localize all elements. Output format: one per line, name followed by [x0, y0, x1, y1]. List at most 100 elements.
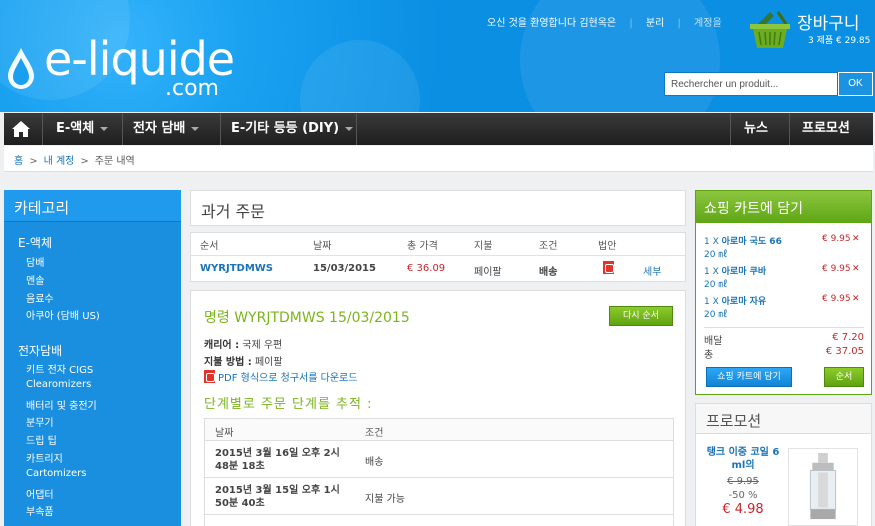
separator: | [629, 18, 633, 29]
carrier-line: 캐리어 : 국제 우편 [204, 336, 282, 351]
breadcrumb-current: 주문 내역 [94, 156, 135, 167]
cart-item-volume: 20 ㎖ [704, 280, 728, 290]
reorder-button[interactable]: 다시 순서 [609, 306, 673, 326]
cart-widget: 쇼핑 카트에 담기 1 X 아로마 국도 66 € 9.95 ✕ 20 ㎖ 1 … [695, 190, 872, 395]
nav-label: E-기타 등등 (DIY) [231, 121, 340, 136]
nav-divider [789, 113, 790, 145]
nav-divider [122, 113, 123, 145]
remove-icon[interactable]: ✕ [852, 264, 860, 274]
sidebar-item[interactable]: Cartomizers [26, 468, 203, 479]
pdf-icon [204, 370, 215, 383]
cart-item-qty: 1 X [704, 297, 719, 307]
sidebar-item[interactable]: 카트리지 [26, 450, 203, 465]
cart-item-qty: 1 X [704, 237, 719, 247]
remove-icon[interactable]: ✕ [852, 294, 860, 304]
pdf-icon[interactable] [603, 261, 614, 274]
logo-suffix: .com [165, 76, 219, 101]
nav-item-ecig[interactable]: 전자 담배 [133, 113, 200, 145]
view-cart-button[interactable]: 쇼핑 카트에 담기 [706, 367, 792, 387]
nav-label: E-액체 [56, 121, 95, 136]
sidebar-category-ecig[interactable]: 전자담배 [18, 342, 195, 359]
column-header: 날짜 [313, 241, 332, 252]
shipping-row: 배달 € 7.20 [704, 332, 864, 347]
nav-item-news[interactable]: 뉴스 [744, 113, 768, 145]
table-row: 2015년 3월 15일 오후 1시 50분 40초 지불 가능 [205, 478, 673, 515]
nav-item-promo[interactable]: 프로모션 [802, 113, 850, 145]
sidebar-item[interactable]: 멘솔 [26, 272, 203, 287]
promo-product-name[interactable]: 탱크 이중 코일 6 ml의 [702, 446, 784, 472]
remove-icon[interactable]: ✕ [852, 234, 860, 244]
breadcrumb-separator: > [80, 156, 89, 167]
sidebar-item[interactable]: 배터리 및 충전기 [26, 397, 203, 412]
sidebar-item[interactable]: 담배 [26, 254, 203, 269]
cart-title[interactable]: 장바구니 [797, 9, 860, 34]
breadcrumb-home[interactable]: 홈 [14, 156, 23, 167]
tracking-status: 배송 [365, 457, 384, 468]
order-date: 15/03/2015 [313, 263, 376, 274]
cart-item: 1 X 아로마 국도 66 € 9.95 ✕ 20 ㎖ [704, 234, 869, 260]
sidebar-item[interactable]: 분무기 [26, 414, 203, 429]
sidebar-item[interactable]: Clearomizers [26, 379, 203, 390]
tracking-date: 2015년 3월 15일 오후 1시 50분 40초 [215, 485, 340, 509]
header-bubble [300, 40, 420, 112]
cart-item-name[interactable]: 아로마 자유 [722, 297, 767, 307]
checkout-button[interactable]: 순서 [824, 367, 864, 387]
home-icon[interactable] [4, 113, 38, 145]
tracking-header: 날짜 조건 [205, 419, 673, 441]
user-topbar: 오신 것을 환영합니다 김현옥은 | 분리 | 계정을 [482, 14, 727, 29]
sidebar-category-eliquid[interactable]: E-액체 [18, 234, 195, 251]
total-value: € 37.05 [825, 346, 864, 357]
promo-old-price: € 9.95 [727, 476, 759, 487]
nav-divider [356, 113, 357, 145]
order-reference[interactable]: WYRJTDMWS [200, 263, 273, 274]
table-row: 2015년 3월 16일 오후 2시 48분 18초 배송 [205, 441, 673, 478]
order-status: 배송 [539, 267, 558, 278]
invoice-download-link[interactable]: PDF 형식으로 청구서를 다운로드 [204, 369, 357, 384]
breadcrumb: 홈 > 내 계정 > 주문 내역 [4, 146, 873, 172]
sidebar-item[interactable]: 부속품 [26, 503, 203, 518]
basket-icon[interactable] [748, 10, 792, 50]
product-image[interactable] [788, 448, 858, 526]
logout-link[interactable]: 분리 [646, 18, 664, 29]
sidebar-item[interactable]: 음료수 [26, 290, 203, 305]
breadcrumb-account[interactable]: 내 계정 [44, 156, 75, 167]
column-header: 법안 [598, 241, 617, 252]
column-header: 순서 [200, 241, 219, 252]
cart-item-price: € 9.95 [822, 234, 851, 244]
carrier-label: 캐리어 : [204, 340, 240, 351]
order-payment: 페이팔 [474, 267, 502, 278]
welcome-text: 오신 것을 환영합니다 김현옥은 [487, 18, 617, 29]
payment-value: 페이팔 [254, 357, 283, 368]
sidebar-item[interactable]: 키트 전자 CIGS [26, 361, 203, 376]
cart-item-name[interactable]: 아로마 쿠바 [722, 267, 767, 277]
cart-item: 1 X 아로마 자유 € 9.95 ✕ 20 ㎖ [704, 294, 869, 320]
order-details-link[interactable]: 세부 [643, 263, 661, 278]
total-row: 총 € 37.05 [704, 346, 864, 361]
account-link[interactable]: 계정을 [694, 18, 722, 29]
cart-widget-title: 쇼핑 카트에 담기 [696, 191, 871, 223]
search-input[interactable]: Rechercher un produit... [664, 72, 838, 96]
chevron-down-icon [345, 126, 354, 131]
search-button[interactable]: OK [838, 72, 873, 96]
column-header: 조건 [539, 241, 558, 252]
order-total: € 36.09 [407, 263, 446, 274]
cart-item-qty: 1 X [704, 267, 719, 277]
promo-discount: -50 % [728, 490, 758, 501]
cart-summary: 3 제품 € 29.85 [808, 36, 871, 46]
cart-item-volume: 20 ㎖ [704, 310, 728, 320]
cart-item-name[interactable]: 아로마 국도 66 [722, 237, 782, 247]
promo-title: 프로모션 [696, 404, 871, 434]
sidebar-item[interactable]: 아쿠아 (담배 US) [26, 307, 203, 322]
sidebar-item[interactable]: 드립 팁 [26, 432, 203, 447]
payment-label: 지불 방법 : [204, 357, 252, 368]
invoice-download-label: PDF 형식으로 청구서를 다운로드 [218, 373, 358, 384]
nav-item-eliquid[interactable]: E-액체 [56, 113, 109, 145]
separator: | [677, 18, 681, 29]
order-detail-panel: 명령 WYRJTDMWS 15/03/2015 다시 순서 캐리어 : 국제 우… [190, 290, 686, 526]
column-header: 지불 [474, 241, 493, 252]
sidebar-item[interactable]: 어댑터 [26, 486, 203, 501]
orders-table: 순서 날짜 총 가격 지불 조건 법안 WYRJTDMWS 15/03/2015… [190, 232, 686, 282]
column-header: 조건 [365, 428, 384, 439]
payment-line: 지불 방법 : 페이팔 [204, 353, 283, 368]
nav-item-diy[interactable]: E-기타 등등 (DIY) [231, 113, 354, 145]
